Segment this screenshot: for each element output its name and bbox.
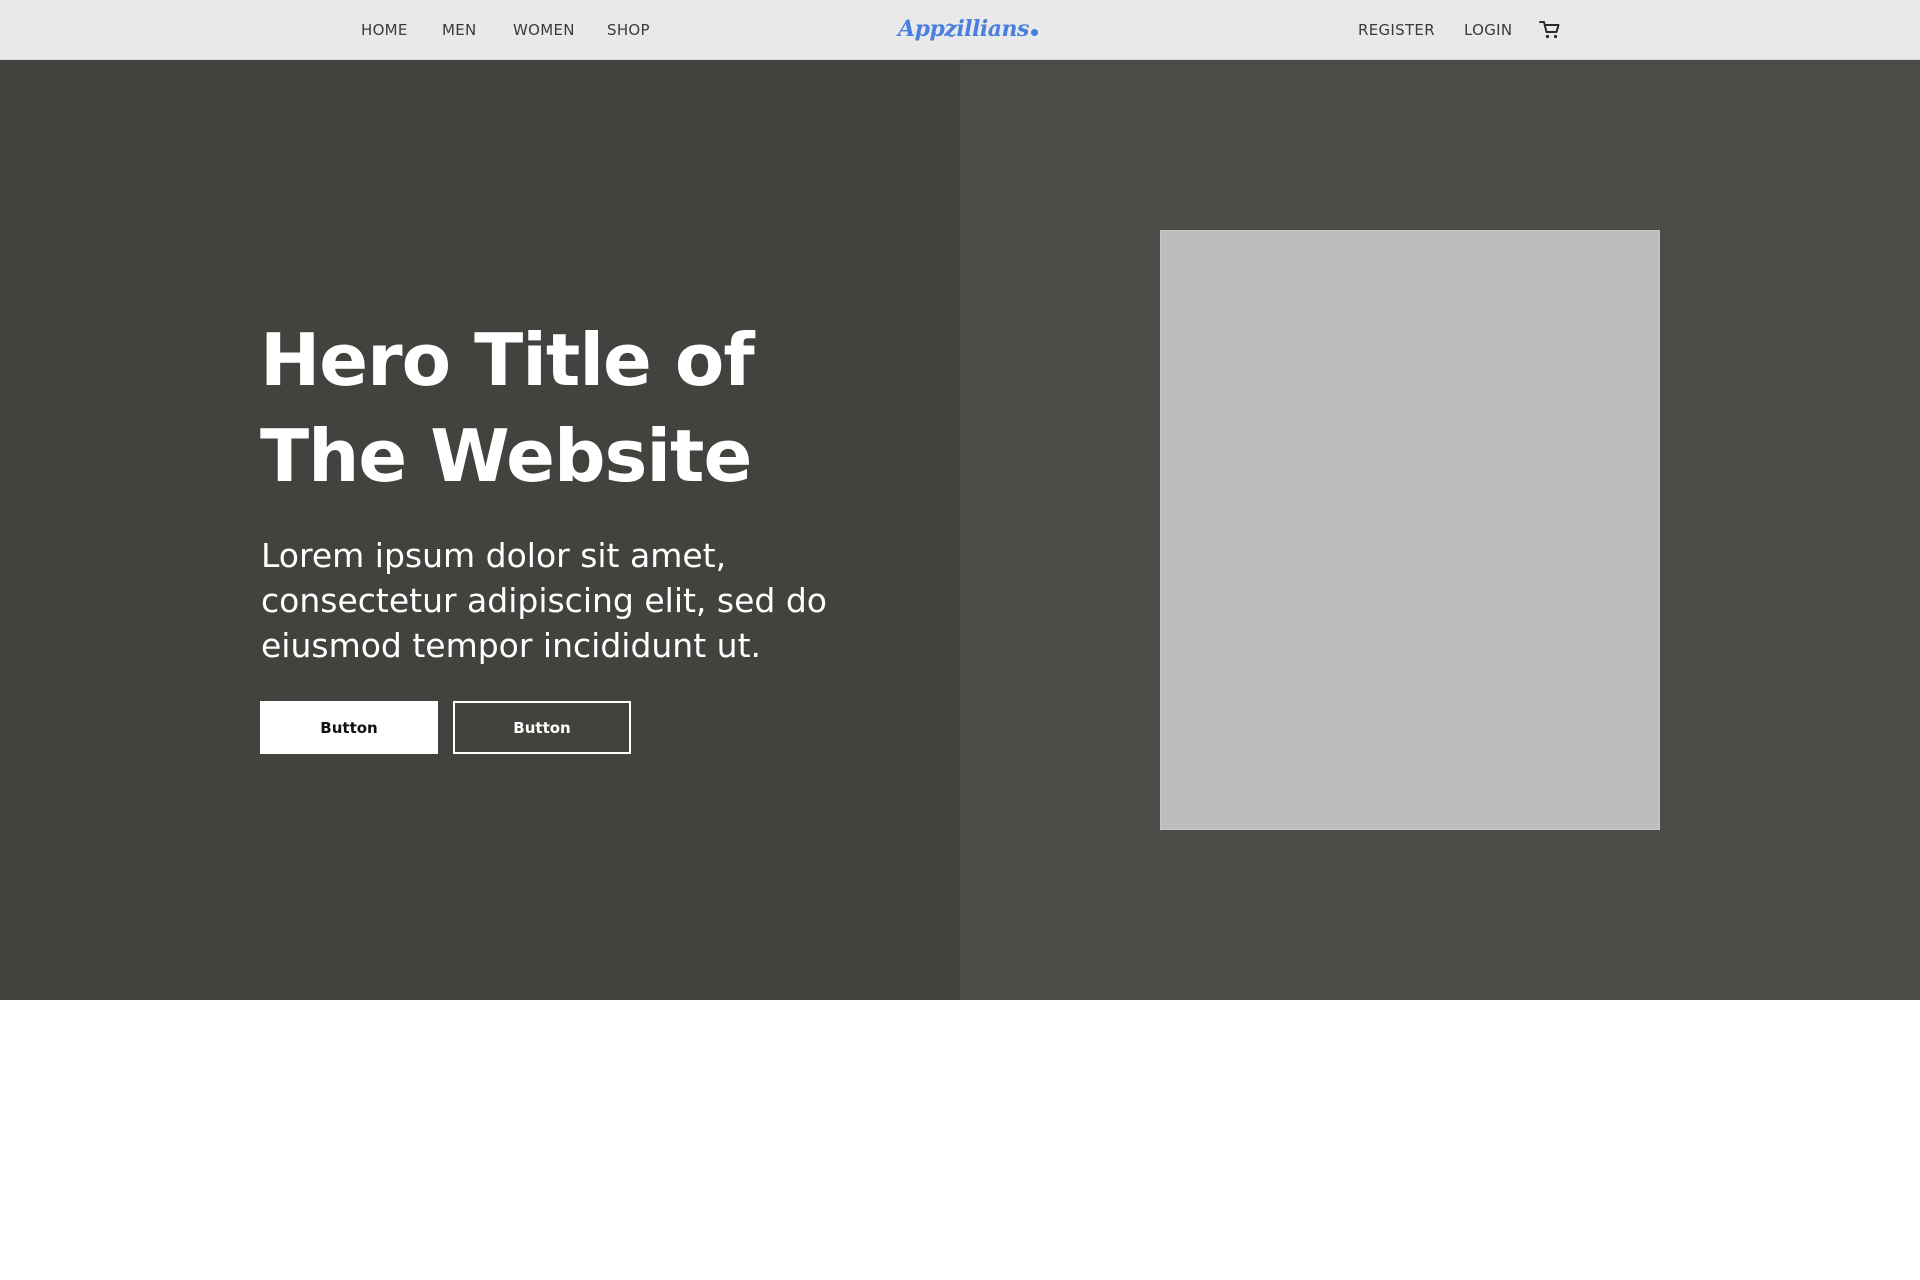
brand-logo-dot (1030, 29, 1038, 36)
nav-link-women[interactable]: WOMEN (513, 21, 575, 39)
hero-secondary-button[interactable]: Button (453, 701, 631, 754)
hero-primary-button[interactable]: Button (260, 701, 438, 754)
hero-title-line-2: The Website (260, 414, 752, 498)
hero-subtitle: Lorem ipsum dolor sit amet, consectetur … (261, 533, 881, 668)
nav-link-register[interactable]: REGISTER (1358, 21, 1435, 39)
hero-subtitle-line-2: consectetur adipiscing elit, sed do (261, 581, 827, 620)
brand-logo-text: Appzillians (898, 16, 1029, 42)
nav-link-login[interactable]: LOGIN (1464, 21, 1512, 39)
hero-left-panel (0, 60, 960, 1000)
nav-link-shop[interactable]: SHOP (607, 21, 650, 39)
hero-image-placeholder (1160, 230, 1660, 830)
nav-link-home[interactable]: HOME (361, 21, 408, 39)
nav-link-men[interactable]: MEN (442, 21, 477, 39)
brand-logo[interactable]: Appzillians (898, 14, 1038, 44)
hero-title-line-1: Hero Title of (260, 318, 755, 402)
hero-subtitle-line-3: eiusmod tempor incididunt ut. (261, 626, 761, 665)
hero-subtitle-line-1: Lorem ipsum dolor sit amet, (261, 536, 727, 575)
top-navigation-bar: HOME MEN WOMEN SHOP Appzillians REGISTER… (0, 0, 1920, 60)
shopping-cart-icon[interactable] (1538, 19, 1562, 41)
hero-title: Hero Title of The Website (260, 312, 880, 504)
below-hero-area (0, 1000, 1920, 1280)
